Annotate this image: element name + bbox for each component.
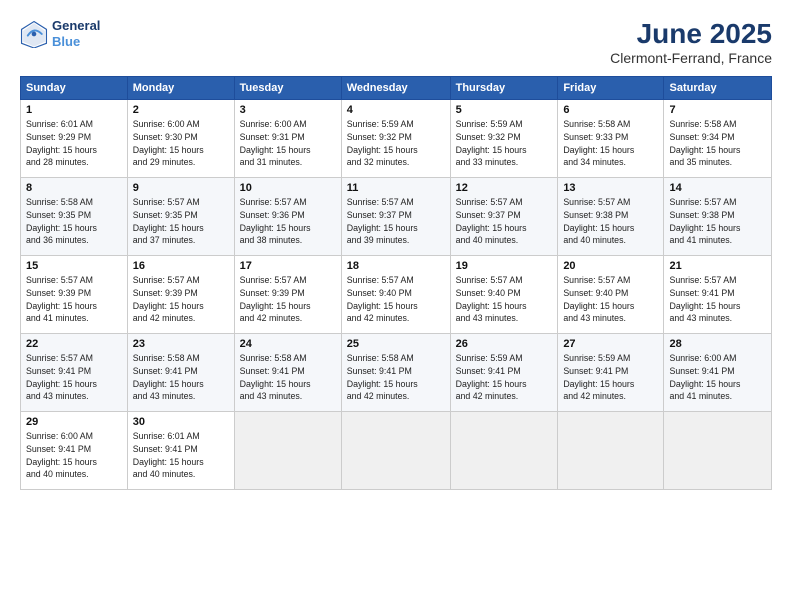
title-block: June 2025 Clermont-Ferrand, France: [610, 18, 772, 66]
col-wednesday: Wednesday: [341, 77, 450, 100]
day-empty-1: [234, 412, 341, 490]
col-friday: Friday: [558, 77, 664, 100]
logo-icon: [20, 20, 48, 48]
week-row-2: 8 Sunrise: 5:58 AMSunset: 9:35 PMDayligh…: [21, 178, 772, 256]
day-19: 19 Sunrise: 5:57 AMSunset: 9:40 PMDaylig…: [450, 256, 558, 334]
week-row-1: 1 Sunrise: 6:01 AMSunset: 9:29 PMDayligh…: [21, 100, 772, 178]
day-18: 18 Sunrise: 5:57 AMSunset: 9:40 PMDaylig…: [341, 256, 450, 334]
col-sunday: Sunday: [21, 77, 128, 100]
day-9: 9 Sunrise: 5:57 AMSunset: 9:35 PMDayligh…: [127, 178, 234, 256]
logo-text: General Blue: [52, 18, 100, 49]
day-1: 1 Sunrise: 6:01 AMSunset: 9:29 PMDayligh…: [21, 100, 128, 178]
day-empty-3: [450, 412, 558, 490]
day-11: 11 Sunrise: 5:57 AMSunset: 9:37 PMDaylig…: [341, 178, 450, 256]
calendar: Sunday Monday Tuesday Wednesday Thursday…: [20, 76, 772, 490]
day-16: 16 Sunrise: 5:57 AMSunset: 9:39 PMDaylig…: [127, 256, 234, 334]
col-tuesday: Tuesday: [234, 77, 341, 100]
day-14: 14 Sunrise: 5:57 AMSunset: 9:38 PMDaylig…: [664, 178, 772, 256]
month-title: June 2025: [610, 18, 772, 50]
page: General Blue June 2025 Clermont-Ferrand,…: [0, 0, 792, 612]
col-saturday: Saturday: [664, 77, 772, 100]
day-10: 10 Sunrise: 5:57 AMSunset: 9:36 PMDaylig…: [234, 178, 341, 256]
day-24: 24 Sunrise: 5:58 AMSunset: 9:41 PMDaylig…: [234, 334, 341, 412]
week-row-4: 22 Sunrise: 5:57 AMSunset: 9:41 PMDaylig…: [21, 334, 772, 412]
day-12: 12 Sunrise: 5:57 AMSunset: 9:37 PMDaylig…: [450, 178, 558, 256]
day-5: 5 Sunrise: 5:59 AMSunset: 9:32 PMDayligh…: [450, 100, 558, 178]
day-25: 25 Sunrise: 5:58 AMSunset: 9:41 PMDaylig…: [341, 334, 450, 412]
day-26: 26 Sunrise: 5:59 AMSunset: 9:41 PMDaylig…: [450, 334, 558, 412]
logo-line2: Blue: [52, 34, 100, 50]
week-row-5: 29 Sunrise: 6:00 AMSunset: 9:41 PMDaylig…: [21, 412, 772, 490]
location: Clermont-Ferrand, France: [610, 50, 772, 66]
logo: General Blue: [20, 18, 100, 49]
col-monday: Monday: [127, 77, 234, 100]
day-2: 2 Sunrise: 6:00 AMSunset: 9:30 PMDayligh…: [127, 100, 234, 178]
day-29: 29 Sunrise: 6:00 AMSunset: 9:41 PMDaylig…: [21, 412, 128, 490]
day-empty-2: [341, 412, 450, 490]
header: General Blue June 2025 Clermont-Ferrand,…: [20, 18, 772, 66]
day-30: 30 Sunrise: 6:01 AMSunset: 9:41 PMDaylig…: [127, 412, 234, 490]
day-28: 28 Sunrise: 6:00 AMSunset: 9:41 PMDaylig…: [664, 334, 772, 412]
header-row: Sunday Monday Tuesday Wednesday Thursday…: [21, 77, 772, 100]
col-thursday: Thursday: [450, 77, 558, 100]
day-27: 27 Sunrise: 5:59 AMSunset: 9:41 PMDaylig…: [558, 334, 664, 412]
day-13: 13 Sunrise: 5:57 AMSunset: 9:38 PMDaylig…: [558, 178, 664, 256]
day-20: 20 Sunrise: 5:57 AMSunset: 9:40 PMDaylig…: [558, 256, 664, 334]
day-4: 4 Sunrise: 5:59 AMSunset: 9:32 PMDayligh…: [341, 100, 450, 178]
day-empty-5: [664, 412, 772, 490]
day-3: 3 Sunrise: 6:00 AMSunset: 9:31 PMDayligh…: [234, 100, 341, 178]
day-7: 7 Sunrise: 5:58 AMSunset: 9:34 PMDayligh…: [664, 100, 772, 178]
day-17: 17 Sunrise: 5:57 AMSunset: 9:39 PMDaylig…: [234, 256, 341, 334]
day-22: 22 Sunrise: 5:57 AMSunset: 9:41 PMDaylig…: [21, 334, 128, 412]
day-21: 21 Sunrise: 5:57 AMSunset: 9:41 PMDaylig…: [664, 256, 772, 334]
day-8: 8 Sunrise: 5:58 AMSunset: 9:35 PMDayligh…: [21, 178, 128, 256]
day-empty-4: [558, 412, 664, 490]
week-row-3: 15 Sunrise: 5:57 AMSunset: 9:39 PMDaylig…: [21, 256, 772, 334]
logo-line1: General: [52, 18, 100, 34]
day-6: 6 Sunrise: 5:58 AMSunset: 9:33 PMDayligh…: [558, 100, 664, 178]
day-23: 23 Sunrise: 5:58 AMSunset: 9:41 PMDaylig…: [127, 334, 234, 412]
day-15: 15 Sunrise: 5:57 AMSunset: 9:39 PMDaylig…: [21, 256, 128, 334]
